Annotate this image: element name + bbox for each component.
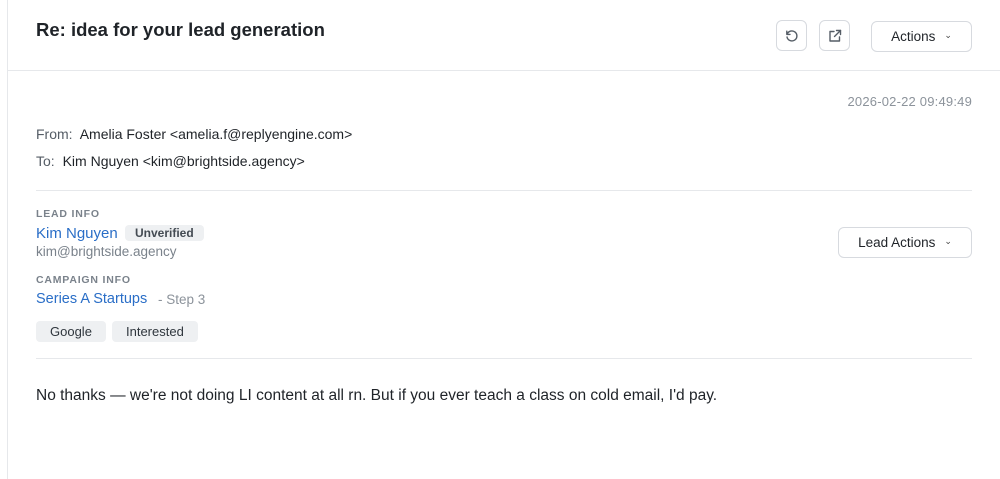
campaign-name-link[interactable]: Series A Startups	[36, 291, 147, 307]
lead-email: kim@brightside.agency	[36, 244, 177, 259]
email-timestamp: 2026-02-22 09:49:49	[847, 94, 972, 109]
refresh-icon	[785, 29, 798, 42]
actions-button-label: Actions	[891, 29, 936, 44]
refresh-button[interactable]	[776, 20, 807, 51]
actions-button[interactable]: Actions ⌄	[871, 21, 972, 52]
to-label: To:	[36, 153, 55, 169]
lead-info-label: LEAD INFO	[36, 208, 100, 220]
campaign-info-label: CAMPAIGN INFO	[36, 274, 131, 286]
email-subject: Re: idea for your lead generation	[36, 19, 325, 40]
from-value: Amelia Foster <amelia.f@replyengine.com>	[79, 126, 353, 142]
lead-name-link[interactable]: Kim Nguyen	[36, 225, 118, 242]
tag-google: Google	[36, 321, 106, 342]
email-header: Re: idea for your lead generation	[8, 0, 1000, 71]
external-link-icon	[828, 29, 841, 42]
open-external-button[interactable]	[819, 20, 850, 51]
lead-actions-label: Lead Actions	[858, 235, 936, 250]
tag-interested: Interested	[112, 321, 198, 342]
chevron-down-icon: ⌄	[944, 30, 952, 40]
from-row: From: Amelia Foster <amelia.f@replyengin…	[36, 126, 352, 142]
divider	[36, 190, 972, 191]
email-body: No thanks — we're not doing LI content a…	[36, 387, 718, 404]
campaign-step: - Step 3	[158, 292, 206, 307]
chevron-down-icon: ⌄	[944, 236, 952, 246]
to-row: To: Kim Nguyen <kim@brightside.agency>	[36, 153, 305, 169]
to-value: Kim Nguyen <kim@brightside.agency>	[62, 153, 305, 169]
from-label: From:	[36, 126, 73, 142]
lead-actions-button[interactable]: Lead Actions ⌄	[838, 227, 972, 258]
status-badge: Unverified	[125, 225, 204, 241]
left-border	[7, 0, 8, 479]
divider	[36, 358, 972, 359]
